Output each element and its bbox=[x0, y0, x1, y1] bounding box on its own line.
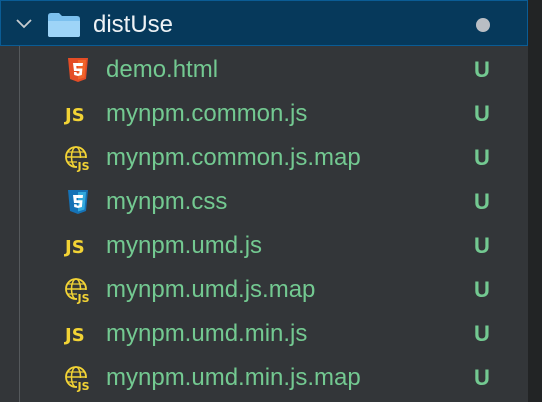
svg-text:JS: JS bbox=[64, 237, 85, 258]
folder-row-distuse[interactable]: distUse bbox=[0, 0, 528, 46]
file-name: mynpm.umd.js bbox=[106, 232, 263, 259]
file-row-mynpm-common-js-map[interactable]: JS mynpm.common.js.map U bbox=[0, 136, 528, 180]
file-name: mynpm.umd.min.js.map bbox=[106, 364, 361, 391]
svg-text:JS: JS bbox=[77, 380, 90, 392]
file-row-mynpm-umd-js[interactable]: JS mynpm.umd.js U bbox=[0, 224, 528, 268]
modified-dot-badge bbox=[476, 18, 490, 32]
file-row-mynpm-css[interactable]: mynpm.css U bbox=[0, 180, 528, 224]
file-row-mynpm-common-js[interactable]: JS mynpm.common.js U bbox=[0, 92, 528, 136]
git-status-untracked: U bbox=[474, 233, 490, 258]
file-name: mynpm.common.js bbox=[106, 100, 308, 127]
file-name: mynpm.umd.min.js bbox=[106, 320, 308, 347]
folder-icon bbox=[48, 13, 80, 37]
file-name: mynpm.umd.js.map bbox=[106, 276, 316, 303]
svg-text:JS: JS bbox=[77, 292, 90, 304]
git-status-untracked: U bbox=[474, 101, 490, 126]
css3-icon bbox=[68, 190, 88, 214]
scrollbar-track[interactable] bbox=[528, 0, 542, 402]
git-status-untracked: U bbox=[474, 189, 490, 214]
file-row-mynpm-umd-js-map[interactable]: JS mynpm.umd.js.map U bbox=[0, 268, 528, 312]
file-row-mynpm-umd-min-js[interactable]: JS mynpm.umd.min.js U bbox=[0, 312, 528, 356]
javascript-icon: JS bbox=[64, 105, 85, 126]
file-name: demo.html bbox=[106, 56, 219, 83]
file-explorer: distUse demo.html U JS mynpm.common.js U… bbox=[0, 0, 542, 402]
chevron-down-icon[interactable] bbox=[15, 15, 33, 33]
svg-text:JS: JS bbox=[77, 160, 90, 172]
svg-text:JS: JS bbox=[64, 325, 85, 346]
js-map-icon: JS bbox=[65, 278, 91, 304]
html5-icon bbox=[68, 58, 88, 82]
file-row-demo-html[interactable]: demo.html U bbox=[0, 48, 528, 92]
js-map-icon: JS bbox=[65, 146, 91, 172]
svg-text:JS: JS bbox=[64, 105, 85, 126]
file-name: mynpm.css bbox=[106, 188, 228, 215]
file-name: mynpm.common.js.map bbox=[106, 144, 361, 171]
git-status-untracked: U bbox=[474, 365, 490, 390]
javascript-icon: JS bbox=[64, 325, 85, 346]
git-status-untracked: U bbox=[474, 145, 490, 170]
folder-name: distUse bbox=[93, 11, 174, 38]
file-row-mynpm-umd-min-js-map[interactable]: JS mynpm.umd.min.js.map U bbox=[0, 356, 528, 400]
git-status-untracked: U bbox=[474, 57, 490, 82]
js-map-icon: JS bbox=[65, 366, 91, 392]
javascript-icon: JS bbox=[64, 237, 85, 258]
git-status-untracked: U bbox=[474, 321, 490, 346]
git-status-untracked: U bbox=[474, 277, 490, 302]
